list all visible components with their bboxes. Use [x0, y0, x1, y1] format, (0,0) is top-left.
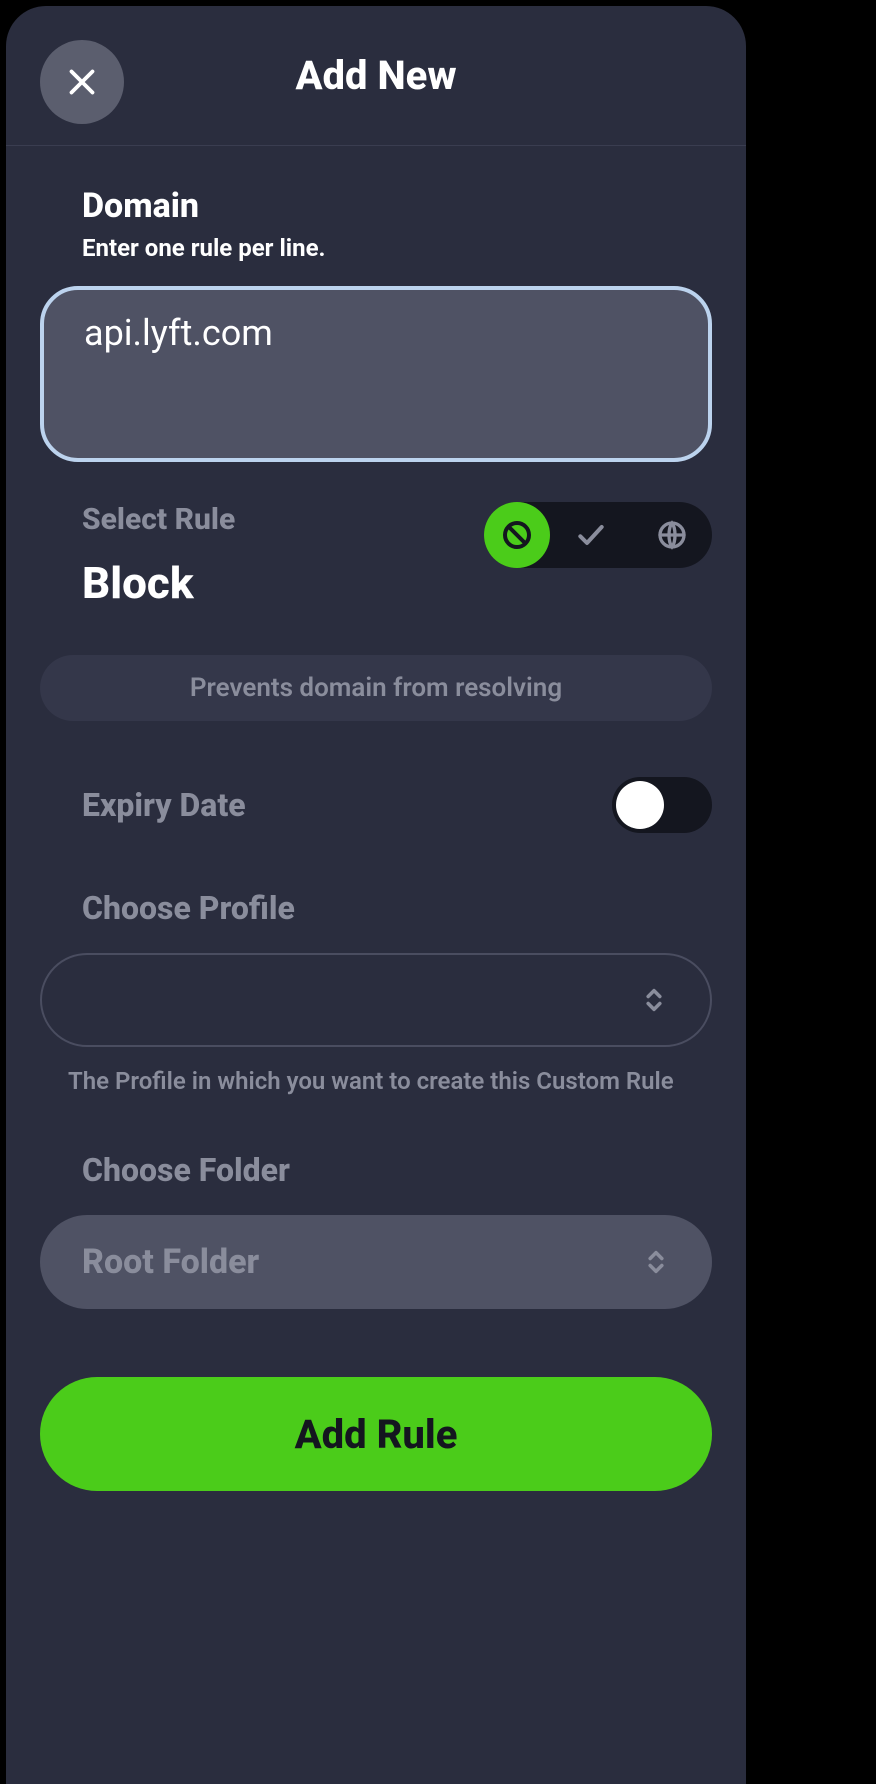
folder-label: Choose Folder [82, 1151, 712, 1189]
folder-value: Root Folder [82, 1242, 259, 1282]
rule-toggle [484, 502, 712, 568]
close-icon [64, 64, 100, 100]
globe-icon [656, 519, 688, 551]
rule-option-allow[interactable] [550, 502, 631, 568]
chevron-up-down-icon [642, 1248, 670, 1276]
block-icon [501, 519, 533, 551]
close-button[interactable] [40, 40, 124, 124]
expiry-toggle[interactable] [612, 777, 712, 833]
select-rule-row: Select Rule Block [40, 502, 712, 609]
add-new-modal: Add New Domain Enter one rule per line. … [6, 6, 746, 1784]
modal-header: Add New [6, 6, 746, 146]
domain-label: Domain [82, 186, 712, 226]
rule-description: Prevents domain from resolving [40, 655, 712, 721]
expiry-label: Expiry Date [82, 786, 246, 824]
profile-helper: The Profile in which you want to create … [68, 1067, 712, 1095]
select-rule-value: Block [82, 557, 235, 609]
select-rule-labels: Select Rule Block [40, 502, 235, 609]
expiry-row: Expiry Date [40, 777, 712, 833]
rule-option-block[interactable] [484, 502, 550, 568]
profile-select[interactable] [40, 953, 712, 1047]
domain-input[interactable] [40, 286, 712, 462]
modal-title: Add New [295, 52, 456, 99]
chevron-up-down-icon [640, 986, 668, 1014]
add-rule-button[interactable]: Add Rule [40, 1377, 712, 1491]
check-icon [575, 519, 607, 551]
select-rule-label: Select Rule [82, 502, 235, 537]
profile-label: Choose Profile [82, 889, 712, 927]
modal-content: Domain Enter one rule per line. Select R… [6, 146, 746, 1491]
toggle-knob [616, 781, 664, 829]
folder-select[interactable]: Root Folder [40, 1215, 712, 1309]
rule-option-bypass[interactable] [631, 502, 712, 568]
domain-hint: Enter one rule per line. [82, 234, 712, 262]
